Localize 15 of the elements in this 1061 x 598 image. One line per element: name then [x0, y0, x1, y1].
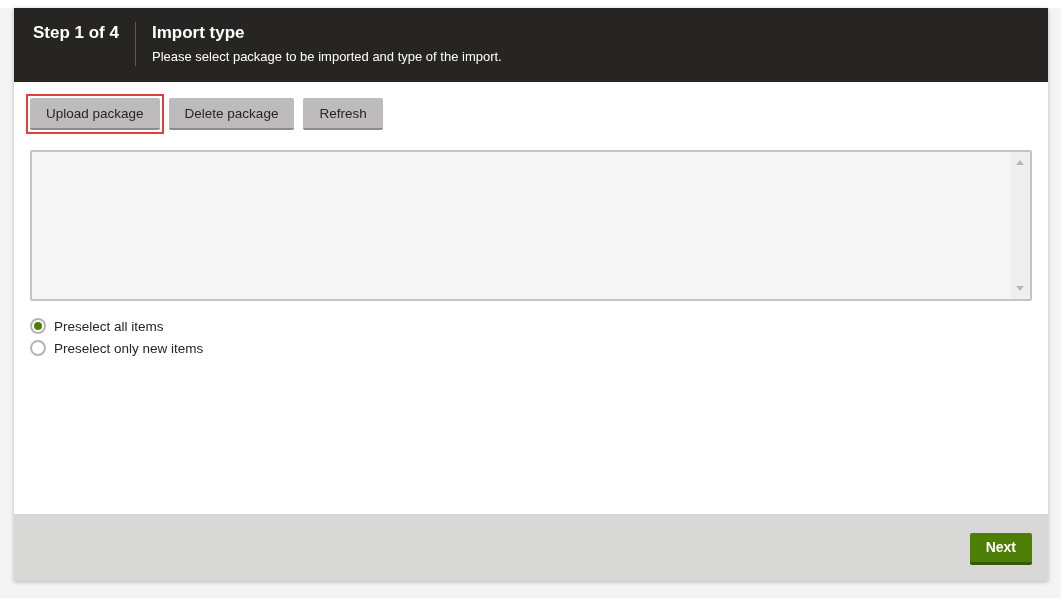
action-button[interactable]: Refresh: [303, 98, 383, 130]
radio-button[interactable]: [30, 318, 46, 334]
action-button[interactable]: Upload package: [30, 98, 160, 130]
step-description: Please select package to be imported and type of the import.: [151, 49, 502, 64]
radio-label[interactable]: Preselect only new items: [54, 340, 204, 356]
step-counter: Step 1 of 4: [33, 22, 120, 43]
next-button[interactable]: Next: [969, 532, 1032, 565]
scroll-down-icon[interactable]: [1016, 286, 1024, 291]
radio-label[interactable]: Preselect all items: [54, 318, 164, 334]
action-button[interactable]: Delete package: [168, 98, 295, 130]
scroll-up-icon[interactable]: [1016, 160, 1024, 165]
package-list[interactable]: [30, 150, 1032, 301]
scrollbar[interactable]: [1010, 152, 1030, 299]
step-title: Import type: [151, 22, 246, 43]
radio-button[interactable]: [30, 340, 46, 356]
